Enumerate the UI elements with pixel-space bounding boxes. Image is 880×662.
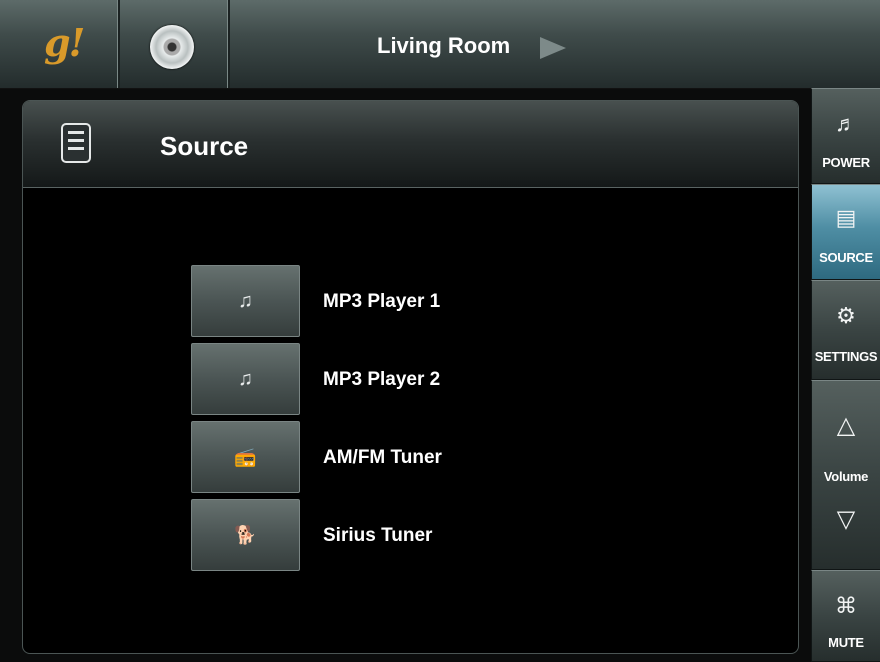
music-notes-icon: ♫ bbox=[238, 367, 253, 390]
source-label: SOURCE bbox=[819, 250, 873, 265]
panel-header: Source bbox=[23, 101, 798, 188]
settings-label: SETTINGS bbox=[814, 349, 878, 364]
radio-icon: 📻 bbox=[234, 446, 257, 467]
settings-button[interactable]: ⚙ SETTINGS bbox=[811, 280, 880, 380]
source-label-mp3-player-1[interactable]: MP3 Player 1 bbox=[323, 291, 440, 313]
source-button-mp3-player-2[interactable]: ♫ bbox=[191, 343, 300, 415]
disc-icon bbox=[150, 25, 194, 69]
source-button-mp3-player-1[interactable]: ♫ bbox=[191, 265, 300, 337]
mute-icon: ⌘ bbox=[835, 593, 857, 618]
source-button-am-fm-tuner[interactable]: 📻 bbox=[191, 421, 300, 493]
logo: g! bbox=[44, 20, 85, 65]
top-bar: g! Living Room bbox=[0, 0, 880, 89]
source-label-mp3-player-2[interactable]: MP3 Player 2 bbox=[323, 369, 440, 391]
page-title: Source bbox=[160, 131, 249, 161]
mute-label: MUTE bbox=[828, 635, 864, 650]
power-label: POWER bbox=[822, 155, 870, 170]
remote-icon bbox=[61, 123, 91, 163]
source-label-sirius-tuner[interactable]: Sirius Tuner bbox=[323, 525, 432, 547]
room-title[interactable]: Living Room bbox=[377, 33, 510, 59]
source-label-am-fm-tuner[interactable]: AM/FM Tuner bbox=[323, 447, 442, 469]
music-note-icon: ♬ bbox=[835, 111, 857, 136]
power-button[interactable]: ♬ POWER bbox=[811, 88, 880, 184]
volume-up-icon[interactable]: △ bbox=[812, 411, 880, 440]
music-notes-icon: ♫ bbox=[238, 289, 253, 312]
media-button[interactable] bbox=[120, 0, 230, 88]
volume-label: Volume bbox=[823, 469, 869, 484]
home-button[interactable]: g! bbox=[0, 0, 120, 88]
source-panel: Source ♫ MP3 Player 1 ♫ MP3 Player 2 📻 A… bbox=[22, 100, 799, 654]
remote-icon: ▤ bbox=[835, 205, 857, 230]
gear-icon: ⚙ bbox=[836, 303, 856, 328]
sirius-dog-icon: 🐕 bbox=[234, 524, 257, 545]
source-button-sirius-tuner[interactable]: 🐕 bbox=[191, 499, 300, 571]
volume-control: △ Volume ▽ bbox=[811, 380, 880, 570]
source-button[interactable]: ▤ SOURCE bbox=[811, 184, 880, 280]
volume-down-icon[interactable]: ▽ bbox=[812, 505, 880, 534]
play-arrow-icon[interactable] bbox=[540, 37, 566, 59]
mute-button[interactable]: ⌘ MUTE bbox=[811, 570, 880, 662]
